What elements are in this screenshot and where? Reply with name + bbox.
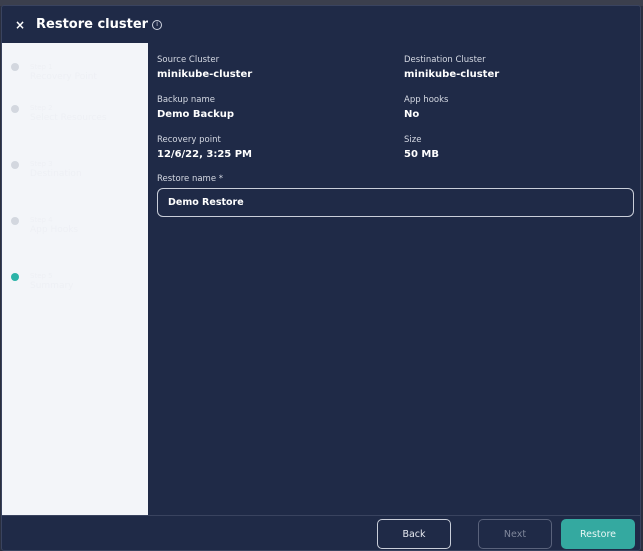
step-number: Step 4 [30,216,53,224]
step-destination[interactable]: Step 3 Destination [2,155,148,191]
app-hooks-label: App hooks [404,95,449,105]
step-label: Destination [30,169,82,179]
recovery-point-value: 12/6/22, 3:25 PM [157,149,253,160]
step-number: Step 1 [30,63,53,71]
size-label: Size [404,135,422,145]
backup-name-label: Backup name [157,95,215,105]
app-hooks-value: No [404,109,420,120]
step-app-hooks[interactable]: Step 4 App Hooks [2,211,148,247]
dialog-header: × Restore cluster i [2,6,640,43]
backup-name-value: Demo Backup [157,109,235,120]
dialog-title: Restore cluster [36,17,149,32]
step-number: Step 5 [30,272,53,280]
size-value: 50 MB [404,149,439,160]
info-icon[interactable]: i [152,19,163,30]
summary-panel: Source Cluster minikube-cluster Destinat… [148,43,640,515]
restore-cluster-dialog: × Restore cluster i Step 1 Recovery Poin… [1,5,641,551]
restore-name-label: Restore name * [157,174,224,184]
next-button[interactable]: Next [478,519,552,549]
step-indicator-dot [11,161,19,169]
recovery-point-label: Recovery point [157,135,221,145]
step-indicator-dot-active [11,273,19,281]
step-label: Summary [30,281,74,291]
step-label: Select Resources [30,113,107,123]
step-indicator-dot [11,105,19,113]
step-recovery-point[interactable]: Step 1 Recovery Point [2,57,148,93]
destination-cluster-label: Destination Cluster [404,55,486,65]
wizard-steps-sidebar: Step 1 Recovery Point Step 2 Select Reso… [2,43,148,515]
step-label: Recovery Point [30,72,97,82]
source-cluster-label: Source Cluster [157,55,220,65]
destination-cluster-value: minikube-cluster [404,69,500,80]
close-icon[interactable]: × [15,19,25,31]
step-summary[interactable]: Step 5 Summary [2,267,148,303]
step-indicator-dot [11,217,19,225]
step-indicator-dot [11,63,19,71]
dialog-footer: Back Next Restore [2,515,640,550]
back-button[interactable]: Back [377,519,451,549]
step-number: Step 3 [30,160,53,168]
source-cluster-value: minikube-cluster [157,69,253,80]
restore-name-input[interactable] [157,188,634,217]
step-label: App Hooks [30,225,79,235]
step-select-resources[interactable]: Step 2 Select Resources [2,99,148,135]
step-number: Step 2 [30,104,53,112]
restore-button[interactable]: Restore [561,519,635,549]
